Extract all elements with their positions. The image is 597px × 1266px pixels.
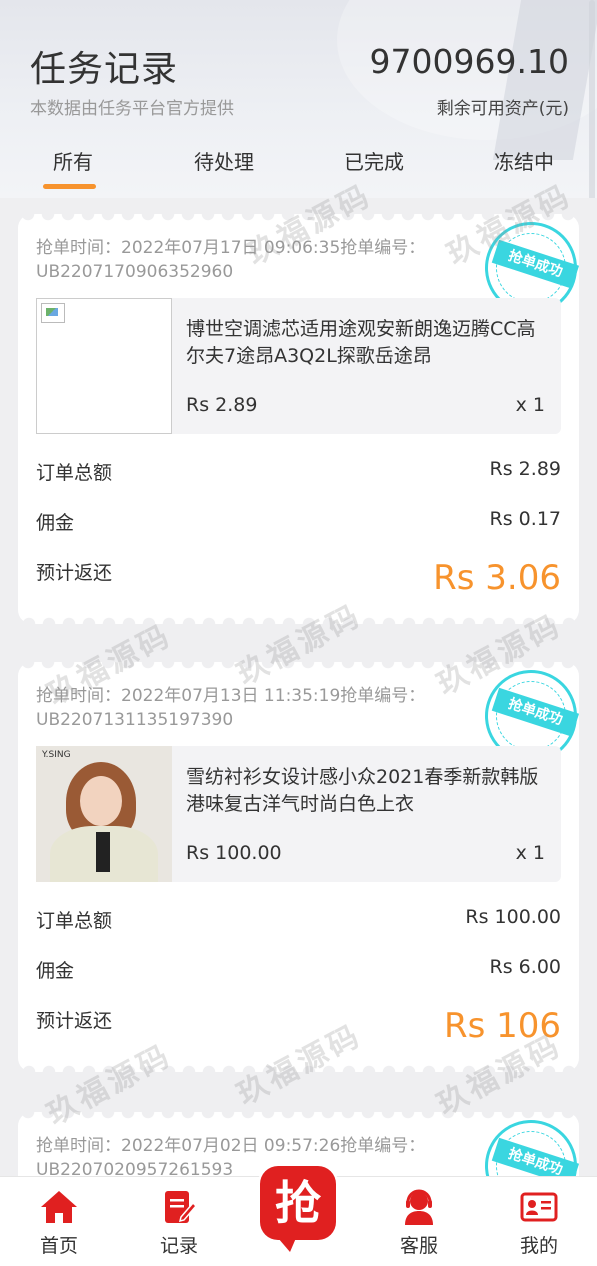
grab-order-button[interactable]: 抢 <box>248 1158 348 1258</box>
order-total-value: Rs 2.89 <box>489 458 561 480</box>
expected-return-label: 预计返还 <box>36 562 113 584</box>
home-icon <box>41 1191 77 1223</box>
order-total-label: 订单总额 <box>36 910 113 932</box>
product-image: Y.SING <box>36 746 172 882</box>
profile-card-icon <box>520 1192 558 1222</box>
order-info: 抢单时间：2022年07月02日 09:57:26抢单编号：UB22070209… <box>36 1136 426 1180</box>
expected-return-label: 预计返还 <box>36 1010 113 1032</box>
product-image <box>36 298 172 434</box>
product-box[interactable]: 博世空调滤芯适用途观安新朗逸迈腾CC高尔夫7途昂A3Q2L探歌岳途昂 Rs 2.… <box>36 298 561 434</box>
broken-image-icon <box>41 303 65 323</box>
nav-service[interactable]: 客服 <box>369 1177 469 1266</box>
product-name: 雪纺衬衫女设计感小众2021春季新款韩版港味复古洋气时尚白色上衣 <box>186 766 539 815</box>
order-card: 抢单时间：2022年07月13日 11:35:19抢单编号：UB22071311… <box>18 658 589 1072</box>
product-brand: Y.SING <box>42 750 71 760</box>
tab-frozen[interactable]: 冻结中 <box>474 146 574 175</box>
nav-mine-label: 我的 <box>519 1235 558 1257</box>
nav-service-label: 客服 <box>399 1235 438 1257</box>
page-header: 任务记录 本数据由任务平台官方提供 9700969.10 剩余可用资产(元) 所… <box>0 0 597 198</box>
order-total-value: Rs 100.00 <box>465 906 561 928</box>
product-price: Rs 100.00 <box>186 842 282 864</box>
product-quantity: x 1 <box>515 394 545 416</box>
product-box[interactable]: Y.SING 雪纺衬衫女设计感小众2021春季新款韩版港味复古洋气时尚白色上衣 … <box>36 746 561 882</box>
customer-service-icon <box>405 1189 433 1225</box>
nav-home-label: 首页 <box>39 1235 78 1257</box>
expected-return-value: Rs 3.06 <box>433 558 561 598</box>
active-tab-indicator <box>43 184 96 189</box>
nav-records-label: 记录 <box>159 1235 198 1257</box>
tab-all[interactable]: 所有 <box>23 146 123 175</box>
records-icon <box>165 1191 198 1223</box>
tab-completed[interactable]: 已完成 <box>324 146 424 175</box>
order-total-label: 订单总额 <box>36 462 113 484</box>
scrollbar[interactable] <box>589 0 595 198</box>
status-tabs: 所有 待处理 已完成 冻结中 <box>0 140 597 192</box>
order-info: 抢单时间：2022年07月17日 09:06:35抢单编号：UB22071709… <box>36 238 426 282</box>
nav-home[interactable]: 首页 <box>9 1177 109 1266</box>
nav-records[interactable]: 记录 <box>129 1177 229 1266</box>
expected-return-value: Rs 106 <box>443 1006 561 1046</box>
order-info: 抢单时间：2022年07月13日 11:35:19抢单编号：UB22071311… <box>36 686 426 730</box>
product-quantity: x 1 <box>515 842 545 864</box>
commission-label: 佣金 <box>36 512 75 534</box>
balance-amount: 9700969.10 <box>369 42 569 81</box>
commission-value: Rs 6.00 <box>489 956 561 978</box>
commission-label: 佣金 <box>36 960 75 982</box>
product-price: Rs 2.89 <box>186 394 258 416</box>
page-subtitle: 本数据由任务平台官方提供 <box>30 99 234 119</box>
nav-mine[interactable]: 我的 <box>489 1177 589 1266</box>
order-card: 抢单时间：2022年07月17日 09:06:35抢单编号：UB22071709… <box>18 210 589 624</box>
photo-face <box>80 776 122 826</box>
commission-value: Rs 0.17 <box>489 508 561 530</box>
page-title: 任务记录 <box>30 49 179 90</box>
tab-pending[interactable]: 待处理 <box>174 146 274 175</box>
product-name: 博世空调滤芯适用途观安新朗逸迈腾CC高尔夫7途昂A3Q2L探歌岳途昂 <box>186 318 536 367</box>
balance-label: 剩余可用资产(元) <box>436 99 569 119</box>
photo-bow <box>96 832 110 872</box>
grab-icon: 抢 <box>260 1166 336 1252</box>
